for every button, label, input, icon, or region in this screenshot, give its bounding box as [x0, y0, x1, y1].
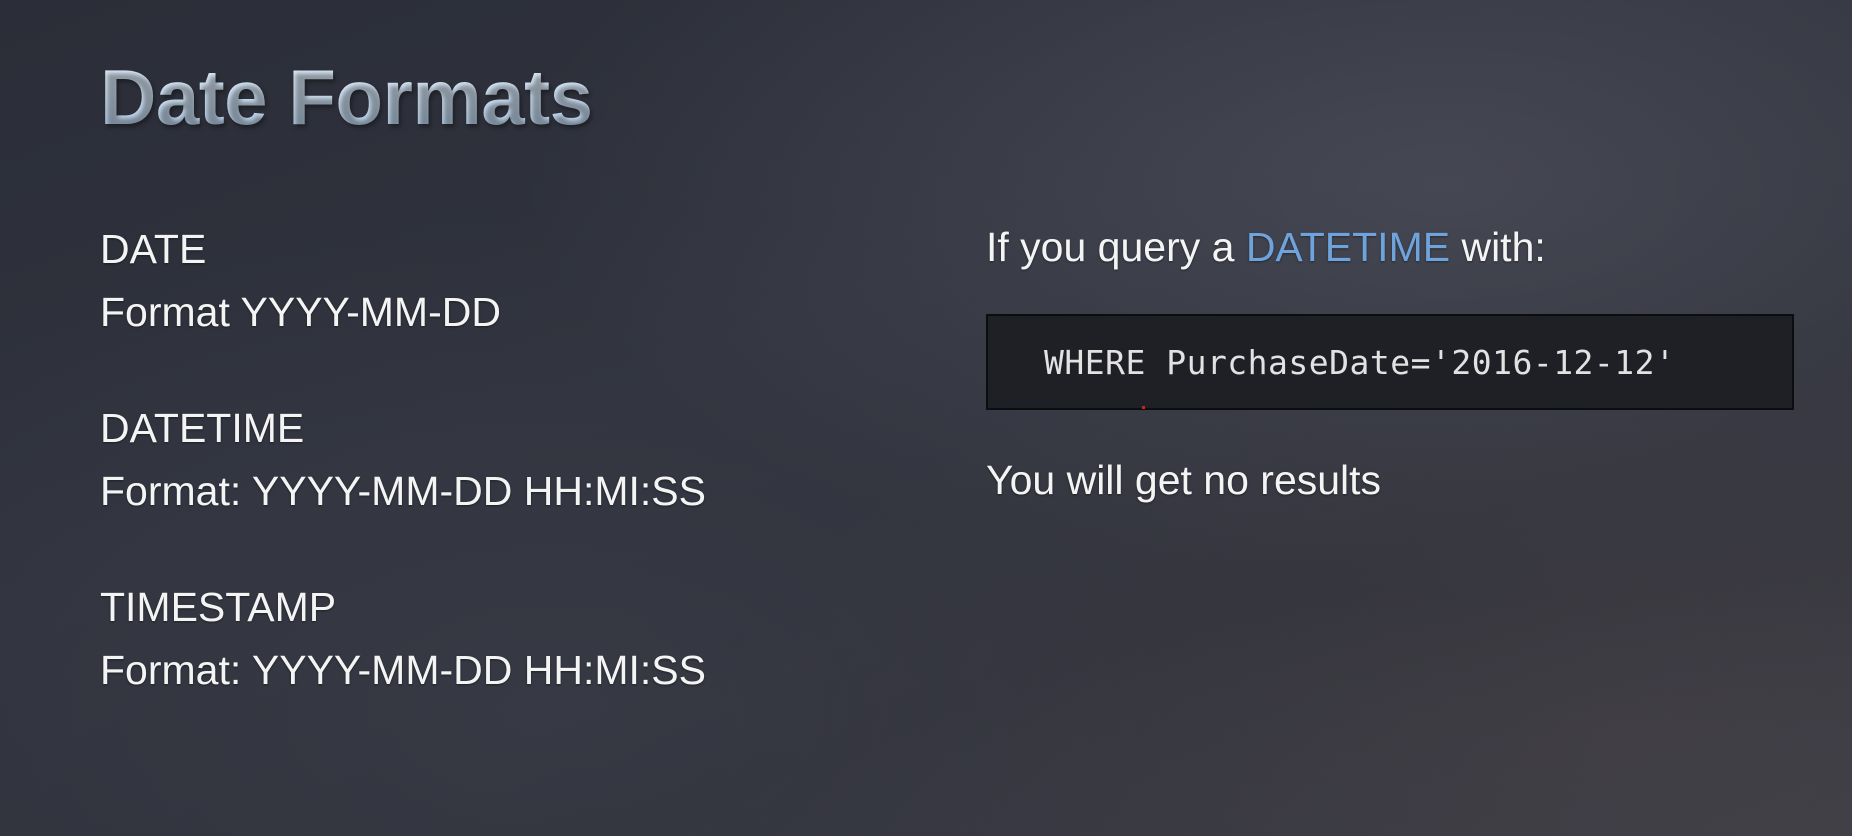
pointer-dot [1142, 406, 1145, 409]
code-block: WHERE PurchaseDate='2016-12-12' [986, 314, 1794, 410]
format-type-label: DATE [100, 226, 207, 272]
code-snippet: WHERE PurchaseDate='2016-12-12' [1044, 342, 1676, 382]
format-type-label: DATETIME [100, 405, 305, 451]
query-keyword: DATETIME [1245, 224, 1451, 270]
format-list: DATE Format YYYY-MM-DD DATETIME Format: … [100, 218, 800, 755]
format-pattern: Format: YYYY-MM-DD HH:MI:SS [100, 647, 706, 693]
slide-title: Date Formats [100, 53, 593, 141]
slide: Date Formats DATE Format YYYY-MM-DD DATE… [0, 0, 1852, 836]
format-pattern: Format: YYYY-MM-DD HH:MI:SS [100, 468, 706, 514]
query-intro: If you query a DATETIME with: [986, 216, 1806, 278]
query-intro-prefix: If you query a [986, 224, 1246, 270]
format-item-timestamp: TIMESTAMP Format: YYYY-MM-DD HH:MI:SS [100, 576, 800, 702]
query-example: If you query a DATETIME with: WHERE Purc… [986, 216, 1806, 510]
format-item-datetime: DATETIME Format: YYYY-MM-DD HH:MI:SS [100, 397, 800, 523]
format-item-date: DATE Format YYYY-MM-DD [100, 218, 800, 344]
query-intro-suffix: with: [1450, 224, 1546, 270]
format-type-label: TIMESTAMP [100, 584, 337, 630]
query-result: You will get no results [986, 457, 1382, 503]
format-pattern: Format YYYY-MM-DD [100, 289, 501, 335]
